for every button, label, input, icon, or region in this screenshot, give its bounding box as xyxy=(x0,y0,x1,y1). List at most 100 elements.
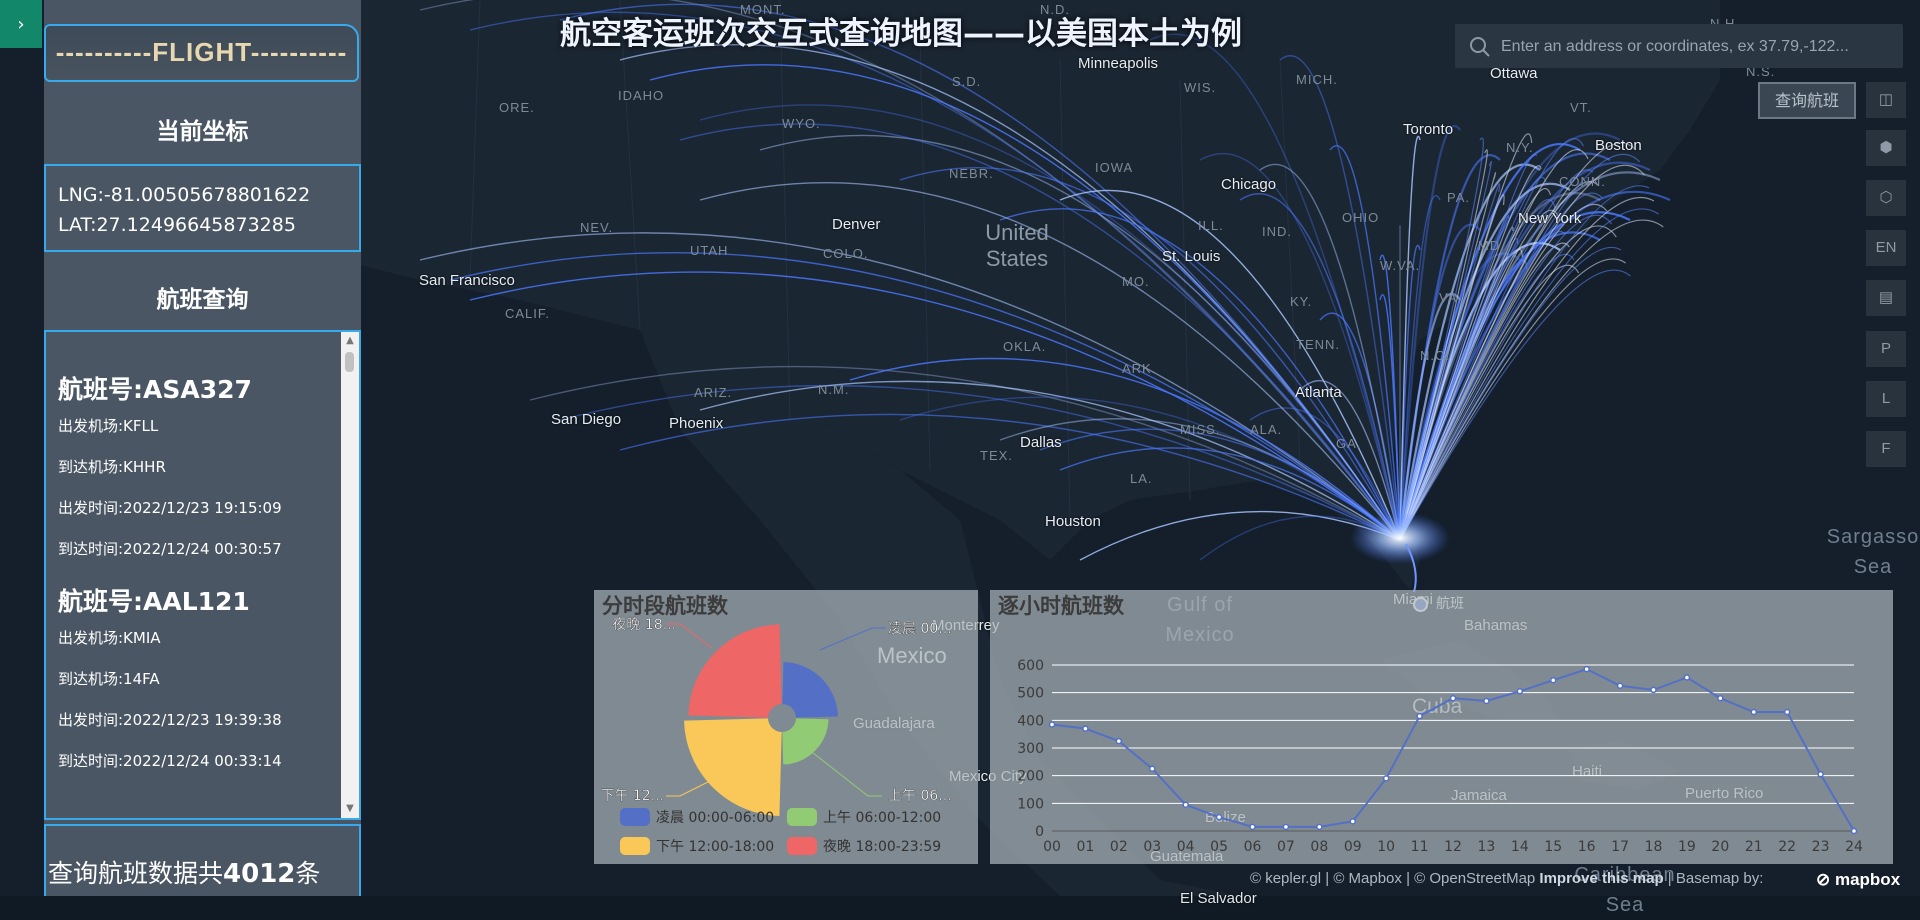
city-label: San Francisco xyxy=(419,272,515,289)
city-label: Phoenix xyxy=(669,415,724,432)
state-label: CONN. xyxy=(1559,174,1606,189)
city-label: Chicago xyxy=(1221,176,1277,193)
line-point[interactable] xyxy=(1817,771,1824,778)
line-chart-title: 逐小时航班数 xyxy=(998,594,1124,618)
line-point[interactable] xyxy=(1717,694,1724,702)
line-point[interactable] xyxy=(1082,725,1089,732)
line-point[interactable] xyxy=(1850,827,1858,835)
x-tick-label: 08 xyxy=(1310,839,1328,855)
state-label: COLO. xyxy=(823,246,869,261)
line-point[interactable] xyxy=(1583,665,1590,673)
line-chart[interactable]: 0 100 200 300 400 500 600 00 01 02 03 04 05 06 07 08 09 1… xyxy=(990,590,1893,864)
flight-number: 航班号:ASA327 xyxy=(58,375,252,404)
line-point[interactable] xyxy=(1215,813,1223,821)
sea-label: Caribbean Sea xyxy=(1574,864,1676,916)
x-tick-label: 20 xyxy=(1711,839,1729,855)
pie-slice[interactable] xyxy=(782,662,838,718)
left-panel: ----------FLIGHT---------- 当前坐标 LNG:-81.… xyxy=(44,0,361,896)
legend-swatch[interactable] xyxy=(620,808,650,826)
sidebar-toggle-button[interactable]: › xyxy=(0,0,42,48)
state-label: OKLA. xyxy=(1003,339,1047,354)
line-point[interactable] xyxy=(1316,823,1323,831)
city-label: New York xyxy=(1518,210,1582,227)
geocoder-search xyxy=(1455,24,1903,70)
line-point[interactable] xyxy=(1349,818,1356,825)
line-point[interactable] xyxy=(1516,688,1524,695)
city-label: Dallas xyxy=(1020,434,1062,451)
line-point[interactable] xyxy=(1483,697,1490,705)
x-tick-label: 00 xyxy=(1043,839,1061,855)
3d-map-button[interactable]: ⬢ xyxy=(1866,130,1906,166)
scroll-up-arrow-icon[interactable]: ▲ xyxy=(341,332,359,350)
list-item[interactable]: 航班号:ASA327 出发机场:KFLL 到达机场:KHHR 出发时间:2022… xyxy=(58,370,338,580)
total-count: 4012 xyxy=(223,859,296,889)
x-tick-label: 05 xyxy=(1210,839,1228,855)
pie-slice-label: 下午 12... xyxy=(600,788,664,804)
f-button[interactable]: F xyxy=(1866,431,1906,467)
state-label: KY. xyxy=(1290,294,1313,309)
state-label: PA. xyxy=(1447,190,1470,205)
p-button[interactable]: P xyxy=(1866,331,1906,367)
split-map-button[interactable]: ◫ xyxy=(1866,82,1906,118)
city-label: Houston xyxy=(1045,513,1101,530)
y-tick-label: 300 xyxy=(1017,741,1044,757)
mapbox-logo: ⊘ mapbox xyxy=(1816,870,1901,889)
x-tick-label: 15 xyxy=(1544,839,1562,855)
pie-chart[interactable]: 凌晨 00...上午 06...下午 12...夜晚 18...凌晨 00:00… xyxy=(594,590,978,864)
legend-swatch[interactable] xyxy=(787,837,817,855)
line-point[interactable] xyxy=(1048,721,1056,728)
scrollbar[interactable]: ▲ ▼ xyxy=(341,332,359,818)
departure-airport: 出发机场:KFLL xyxy=(58,417,159,435)
improve-map-link[interactable]: Improve this map xyxy=(1539,870,1663,887)
line-point[interactable] xyxy=(1115,737,1123,745)
line-point[interactable] xyxy=(1182,801,1189,808)
search-input[interactable] xyxy=(1499,24,1899,70)
pie-chart-title: 分时段航班数 xyxy=(602,594,728,618)
state-label: GA. xyxy=(1336,436,1362,451)
l-button[interactable]: L xyxy=(1866,381,1906,417)
pie-slice[interactable] xyxy=(688,624,782,718)
state-label: N.C. xyxy=(1420,348,1450,363)
pie-slice[interactable] xyxy=(684,718,782,816)
line-point[interactable] xyxy=(1616,682,1624,689)
line-point[interactable] xyxy=(1382,775,1390,782)
legend-swatch[interactable] xyxy=(620,837,650,855)
hub-glow xyxy=(1350,512,1450,564)
pie-slice-label: 上午 06... xyxy=(888,788,952,804)
arrival-time: 到达时间:2022/12/24 00:33:14 xyxy=(58,752,282,770)
city-label: Boston xyxy=(1595,137,1642,154)
line-point[interactable] xyxy=(1683,674,1691,681)
query-flights-button[interactable]: 查询航班 xyxy=(1758,82,1856,119)
pie-slice[interactable] xyxy=(782,718,829,765)
line-point[interactable] xyxy=(1249,823,1256,831)
flight-list[interactable]: 航班号:ASA327 出发机场:KFLL 到达机场:KHHR 出发时间:2022… xyxy=(44,330,361,820)
line-point[interactable] xyxy=(1449,694,1457,702)
line-point[interactable] xyxy=(1750,708,1757,716)
state-label: W.VA. xyxy=(1380,258,1421,273)
legend-swatch[interactable] xyxy=(787,808,817,826)
locale-button[interactable]: EN xyxy=(1866,230,1906,266)
x-tick-label: 19 xyxy=(1678,839,1696,855)
y-tick-label: 500 xyxy=(1017,686,1044,702)
list-item[interactable]: 航班号:AAL121 出发机场:KMIA 到达机场:14FA 出发时间:2022… xyxy=(58,582,338,792)
city-label: St. Louis xyxy=(1162,248,1221,265)
x-tick-label: 01 xyxy=(1077,839,1095,855)
legend-button[interactable]: ▤ xyxy=(1866,280,1906,316)
x-tick-label: 23 xyxy=(1812,839,1830,855)
line-point[interactable] xyxy=(1282,823,1290,831)
scroll-down-arrow-icon[interactable]: ▼ xyxy=(341,800,359,818)
state-label: ALA. xyxy=(1250,422,1283,437)
scroll-thumb[interactable] xyxy=(345,352,354,372)
line-point[interactable] xyxy=(1416,712,1423,720)
x-tick-label: 10 xyxy=(1377,839,1395,855)
line-point[interactable] xyxy=(1149,765,1156,772)
line-point[interactable] xyxy=(1550,676,1557,684)
state-label: IOWA xyxy=(1095,160,1134,175)
line-point[interactable] xyxy=(1650,686,1657,694)
draw-polygon-button[interactable]: ⬡ xyxy=(1866,180,1906,216)
x-tick-label: 02 xyxy=(1110,839,1128,855)
city-label: Toronto xyxy=(1403,121,1454,138)
line-point[interactable] xyxy=(1783,708,1791,716)
state-label: MISS. xyxy=(1180,422,1221,437)
x-tick-label: 12 xyxy=(1444,839,1462,855)
